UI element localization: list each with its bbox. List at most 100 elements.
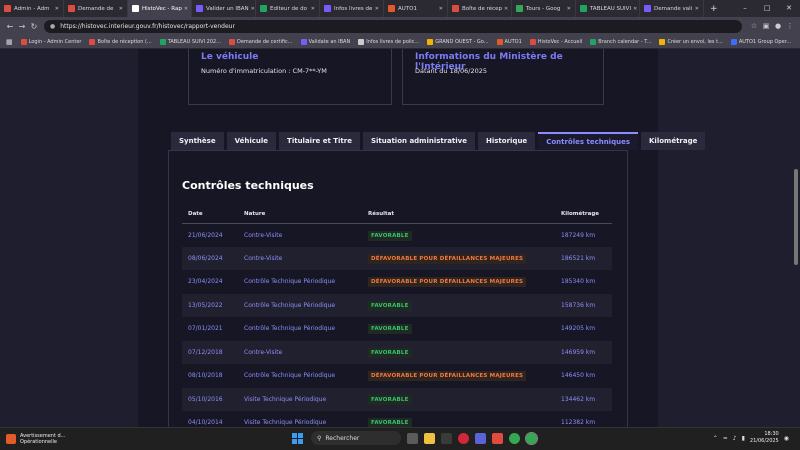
browser-tab[interactable]: HistoVec - Rap ✕	[128, 0, 192, 17]
bookmark-item[interactable]: Demande de certific...	[228, 38, 293, 45]
bookmark-item[interactable]: AUTO1	[496, 38, 522, 45]
close-tab-icon[interactable]: ✕	[373, 6, 379, 12]
tab-titulaire-et-titre[interactable]: Titulaire et Titre	[279, 132, 360, 150]
close-window-icon[interactable]: ✕	[778, 0, 800, 17]
favicon-icon	[68, 5, 75, 12]
file-explorer-icon[interactable]	[424, 432, 435, 444]
chrome-active-icon[interactable]	[525, 431, 538, 445]
tab-situation-administrative[interactable]: Situation administrative	[362, 132, 475, 150]
browser-tab-label: Boîte de récep	[462, 5, 503, 12]
bookmark-item[interactable]: TABLEAU SUIVI 202...	[159, 38, 221, 45]
volume-icon[interactable]: ♪	[733, 435, 737, 442]
lock-icon: ●	[50, 22, 56, 30]
bookmark-item[interactable]: AUTO1 Group Oper...	[730, 38, 791, 45]
browser-tab[interactable]: Demande vali ✕	[640, 0, 704, 17]
bookmark-item[interactable]: Boîte de réception (...	[89, 38, 152, 45]
bookmark-item[interactable]: GRAND OUEST - Go...	[427, 38, 489, 45]
browser-tab-label: Valider un IBAN	[206, 5, 249, 12]
wifi-icon[interactable]: ≈	[723, 435, 728, 442]
favicon-icon	[4, 5, 11, 12]
cell-mileage: 158736 km	[555, 293, 612, 317]
bookmark-favicon-icon	[89, 38, 96, 45]
browser-tab[interactable]: Admin - Adm ✕	[0, 0, 64, 17]
opera-icon[interactable]	[458, 432, 469, 444]
bookmark-star-icon[interactable]: ☆	[748, 22, 760, 30]
browser-tab-label: Demande de	[78, 5, 114, 12]
menu-icon[interactable]: ⋮	[784, 22, 796, 30]
profile-icon[interactable]: ●	[772, 22, 784, 30]
tab-synthese[interactable]: Synthèse	[171, 132, 224, 150]
bookmark-item[interactable]: HistoVec - Accueil	[529, 38, 582, 45]
notifications-icon[interactable]: ◉	[784, 435, 789, 442]
close-tab-icon[interactable]: ✕	[117, 6, 123, 12]
app-icon[interactable]	[441, 432, 452, 444]
browser-tab[interactable]: AUTO1 ✕	[384, 0, 448, 17]
status-badge: FAVORABLE	[368, 418, 412, 427]
tab-kilometrage[interactable]: Kilométrage	[641, 132, 706, 150]
notification-widget[interactable]: Avertissement d... Opérationnelle	[6, 433, 96, 445]
chevron-up-icon[interactable]: ⌃	[713, 435, 718, 442]
task-view-icon[interactable]	[407, 432, 418, 444]
windows-start-icon[interactable]	[292, 432, 303, 444]
browser-tab[interactable]: Boîte de récep ✕	[448, 0, 512, 17]
cell-result: DÉFAVORABLE POUR DÉFAILLANCES MAJEURES	[362, 364, 555, 388]
scrollbar-thumb[interactable]	[794, 169, 798, 265]
cell-nature: Visite Technique Périodique	[244, 419, 327, 427]
maximize-icon[interactable]: □	[756, 0, 778, 17]
browser-tab-label: Editeur de do	[270, 5, 308, 12]
bookmark-label: Demande de certific...	[236, 38, 293, 45]
bookmark-favicon-icon	[730, 38, 737, 45]
bookmark-item[interactable]: Branch calendar - T...	[590, 38, 651, 45]
tab-historique[interactable]: Historique	[478, 132, 536, 150]
bookmark-label: AUTO1	[504, 38, 522, 45]
reload-icon[interactable]: ↻	[28, 22, 40, 31]
taskbar-search[interactable]: ⚲ Rechercher	[311, 431, 401, 445]
bookmark-item[interactable]: Infos livres de polic...	[358, 38, 419, 45]
close-tab-icon[interactable]: ✕	[502, 6, 508, 12]
browser-tab[interactable]: Valider un IBAN ✕	[192, 0, 256, 17]
tab-controles-techniques[interactable]: Contrôles techniques	[538, 132, 638, 150]
technical-inspections-table: Date Nature Résultat Kilométrage 21/06/2…	[182, 205, 612, 427]
clock[interactable]: 18:30 21/06/2025	[750, 431, 779, 445]
browser-tab[interactable]: Infos livres de ✕	[320, 0, 384, 17]
forward-arrow-icon[interactable]: →	[16, 22, 28, 31]
close-tab-icon[interactable]: ✕	[693, 6, 699, 12]
back-arrow-icon[interactable]: ←	[4, 22, 16, 31]
url-field[interactable]: ● https://histovec.interieur.gouv.fr/his…	[44, 19, 742, 33]
extensions-icon[interactable]: ▣	[760, 22, 772, 30]
browser-tab[interactable]: Editeur de do ✕	[256, 0, 320, 17]
close-tab-icon[interactable]: ✕	[53, 6, 59, 12]
vehicle-plate: Numéro d'immatriculation : CM-7**-YM	[201, 67, 327, 75]
close-tab-icon[interactable]: ✕	[631, 6, 637, 12]
header-result: Résultat	[362, 205, 555, 224]
new-tab-button[interactable]: +	[704, 4, 724, 14]
browser-tab[interactable]: Tours - Goog ✕	[512, 0, 576, 17]
minimize-icon[interactable]: –	[734, 0, 756, 17]
close-tab-icon[interactable]: ✕	[249, 6, 255, 12]
cell-date: 21/06/2024	[188, 231, 223, 239]
mail-icon[interactable]	[492, 432, 503, 444]
browser-tab-label: HistoVec - Rap	[142, 5, 182, 12]
bookmark-item[interactable]: Créer un envoi, les t...	[659, 38, 723, 45]
apps-icon[interactable]: ▦	[6, 38, 13, 46]
close-tab-icon[interactable]: ✕	[437, 6, 443, 12]
browser-tab[interactable]: TABLEAU SUIVI ✕	[576, 0, 640, 17]
status-badge: DÉFAVORABLE POUR DÉFAILLANCES MAJEURES	[368, 253, 527, 264]
close-tab-icon[interactable]: ✕	[565, 6, 571, 12]
close-tab-icon[interactable]: ✕	[182, 6, 188, 12]
teams-icon[interactable]	[475, 432, 486, 444]
table-row: 07/01/2021 Contrôle Technique Périodique F…	[182, 317, 612, 341]
tab-vehicule[interactable]: Véhicule	[226, 132, 277, 150]
table-row: 04/10/2014 Visite Technique Périodique FAV…	[182, 411, 612, 427]
bookmark-item[interactable]: Login - Admin Center	[20, 38, 81, 45]
section-title: Contrôles techniques	[182, 179, 314, 192]
browser-tab[interactable]: Demande de ✕	[64, 0, 128, 17]
bookmark-favicon-icon	[159, 38, 166, 45]
clock-date: 21/06/2025	[749, 438, 779, 444]
favicon-icon	[452, 5, 459, 12]
chrome-icon[interactable]	[509, 432, 520, 444]
bookmark-item[interactable]: Validate an IBAN	[300, 38, 350, 45]
close-tab-icon[interactable]: ✕	[309, 6, 315, 12]
battery-icon[interactable]: ▮	[742, 435, 745, 442]
report-tabs: Synthèse Véhicule Titulaire et Titre Situat…	[171, 132, 708, 150]
